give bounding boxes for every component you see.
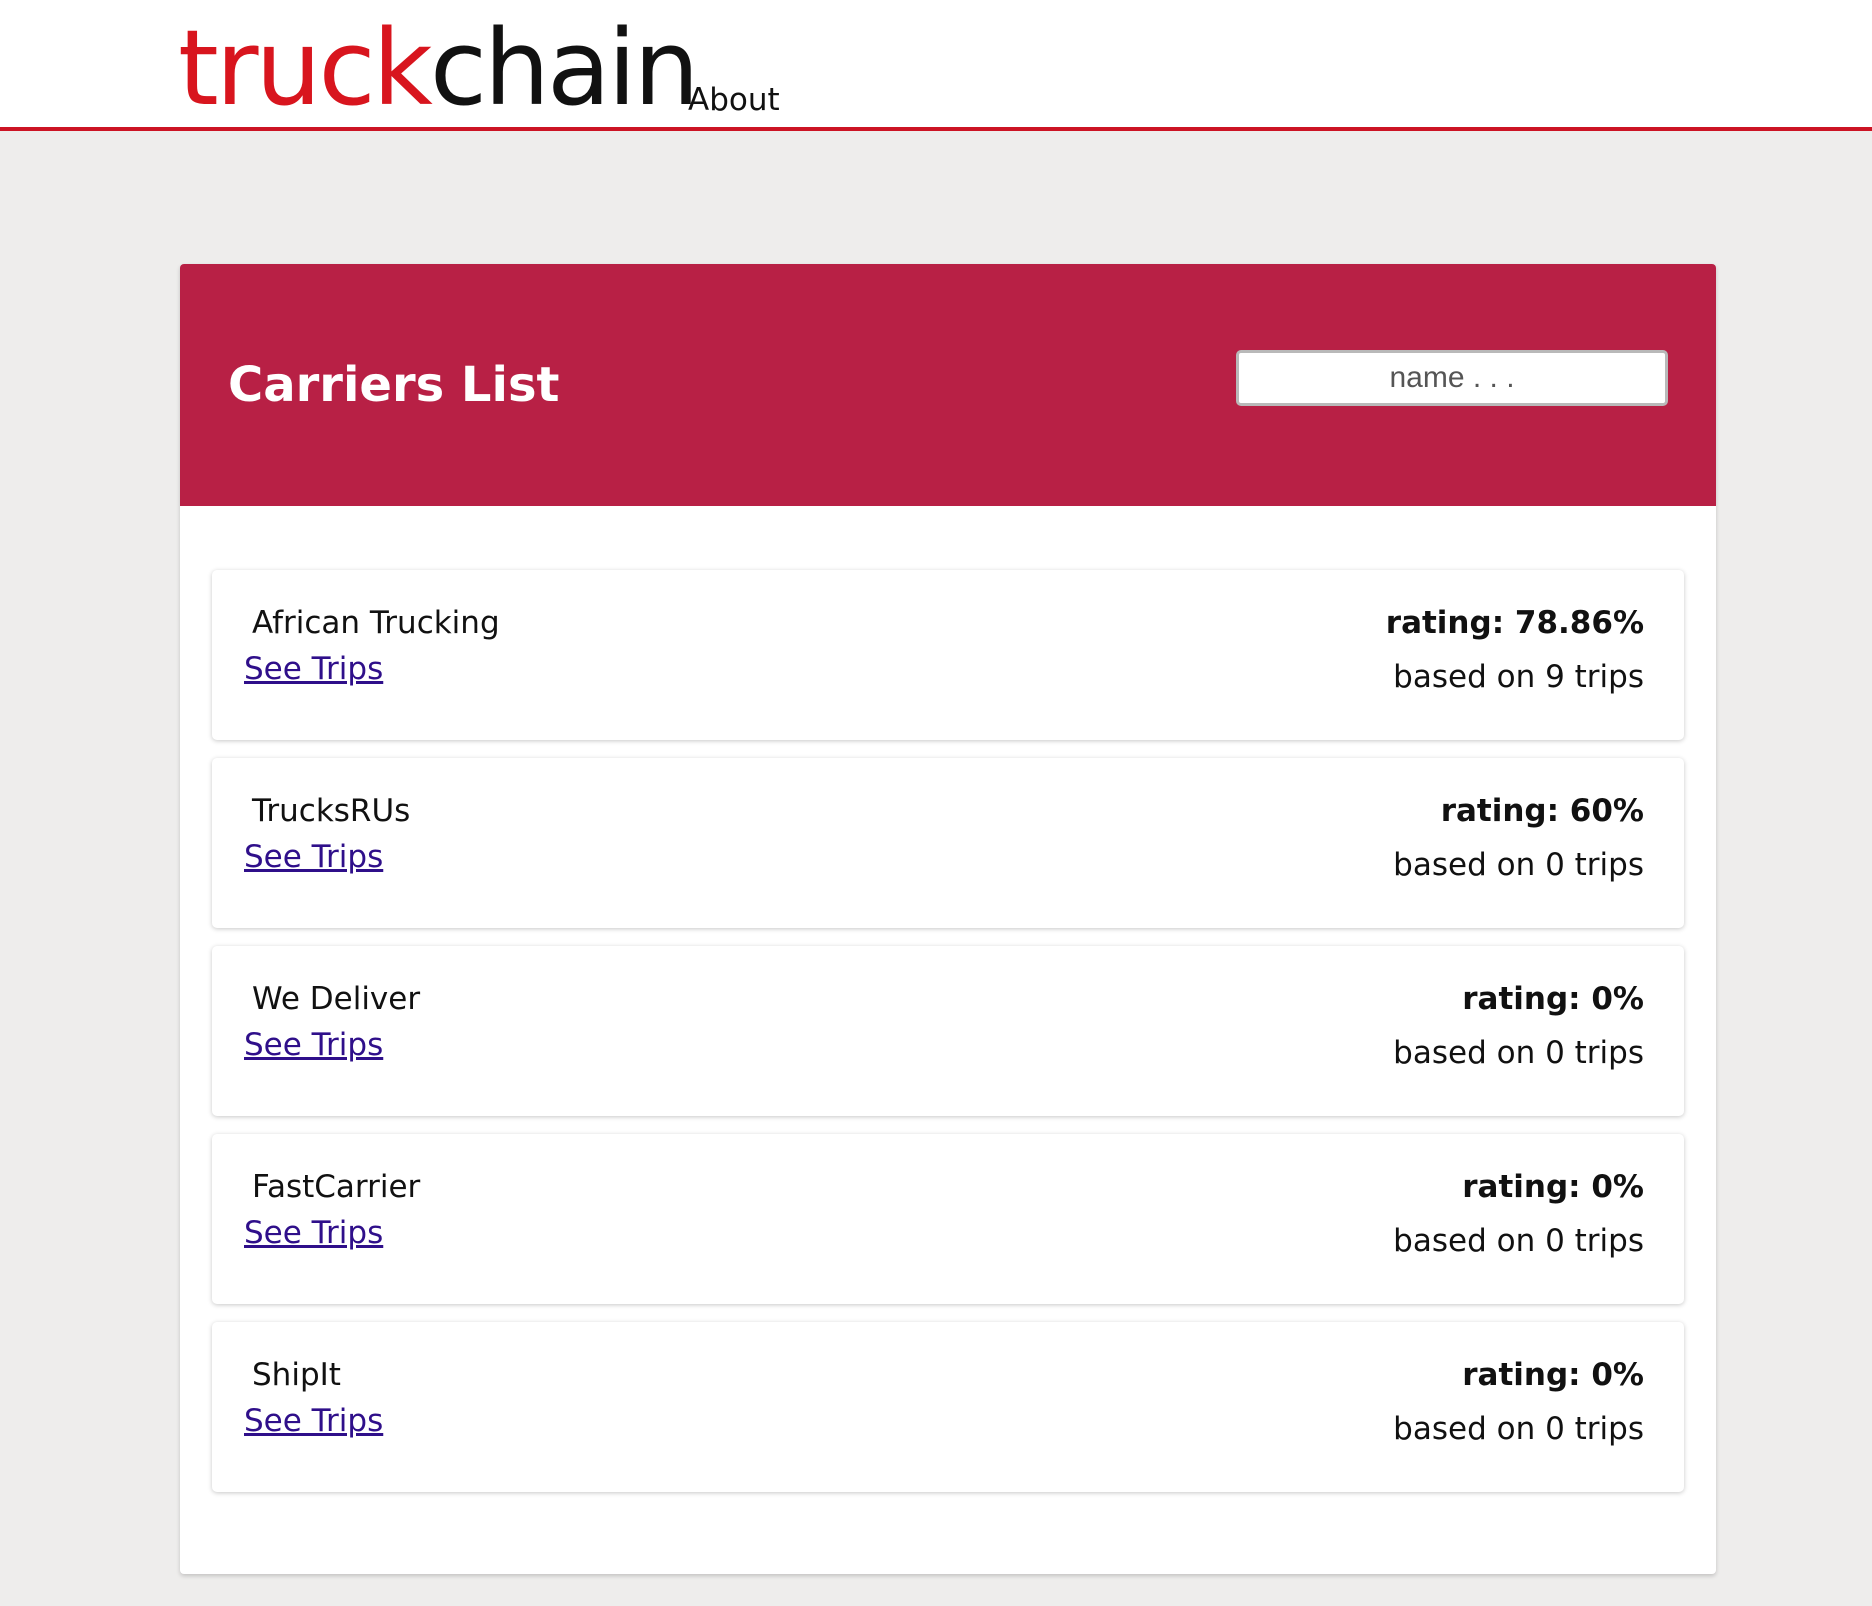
carrier-card: We Deliver See Trips rating: 0% based on… xyxy=(212,946,1684,1116)
see-trips-link[interactable]: See Trips xyxy=(244,1402,383,1440)
carrier-trip-count: based on 0 trips xyxy=(1393,847,1644,883)
carrier-trip-count: based on 9 trips xyxy=(1393,659,1644,695)
top-navigation-bar: truckchain About xyxy=(0,0,1872,131)
carrier-list: African Trucking See Trips rating: 78.86… xyxy=(212,570,1684,1510)
truckchain-logo[interactable]: truckchain xyxy=(178,7,700,129)
logo-chain-text: chain xyxy=(429,7,700,129)
carrier-rating: rating: 0% xyxy=(1462,981,1644,1017)
see-trips-link[interactable]: See Trips xyxy=(244,650,383,688)
carrier-name: African Trucking xyxy=(252,605,500,641)
carrier-search-input[interactable] xyxy=(1236,350,1668,406)
nav-about-link[interactable]: About xyxy=(688,80,780,120)
see-trips-link[interactable]: See Trips xyxy=(244,838,383,876)
carrier-name: TrucksRUs xyxy=(252,793,411,829)
carrier-rating: rating: 60% xyxy=(1440,793,1644,829)
carriers-panel: Carriers List African Trucking See Trips… xyxy=(180,264,1716,1574)
carrier-name: We Deliver xyxy=(252,981,421,1017)
carrier-name: ShipIt xyxy=(252,1357,341,1393)
carrier-rating: rating: 0% xyxy=(1462,1357,1644,1393)
carriers-panel-header: Carriers List xyxy=(180,264,1716,506)
carrier-trip-count: based on 0 trips xyxy=(1393,1223,1644,1259)
carrier-rating: rating: 78.86% xyxy=(1385,605,1644,641)
see-trips-link[interactable]: See Trips xyxy=(244,1214,383,1252)
carrier-trip-count: based on 0 trips xyxy=(1393,1411,1644,1447)
carrier-rating: rating: 0% xyxy=(1462,1169,1644,1205)
carrier-name: FastCarrier xyxy=(252,1169,421,1205)
carrier-card: TrucksRUs See Trips rating: 60% based on… xyxy=(212,758,1684,928)
page-title: Carriers List xyxy=(228,357,560,413)
carrier-trip-count: based on 0 trips xyxy=(1393,1035,1644,1071)
see-trips-link[interactable]: See Trips xyxy=(244,1026,383,1064)
carrier-card: African Trucking See Trips rating: 78.86… xyxy=(212,570,1684,740)
carrier-card: FastCarrier See Trips rating: 0% based o… xyxy=(212,1134,1684,1304)
carrier-card: ShipIt See Trips rating: 0% based on 0 t… xyxy=(212,1322,1684,1492)
logo-truck-text: truck xyxy=(178,7,433,129)
